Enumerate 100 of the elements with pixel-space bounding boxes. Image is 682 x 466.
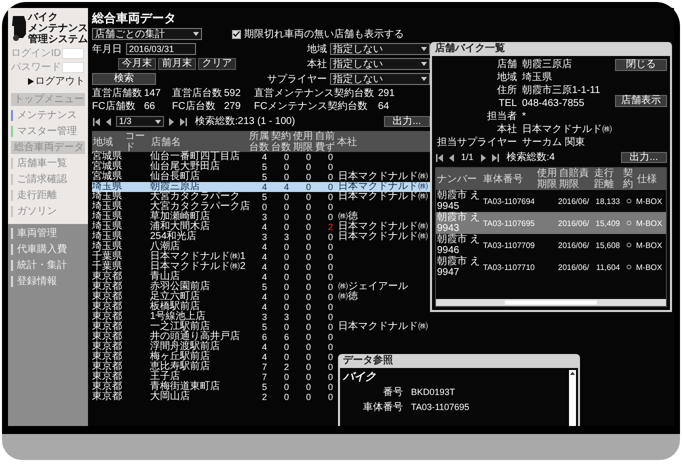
table-row[interactable]: 千葉県 日本マクドナルド㈱2 4 0 0 0 xyxy=(92,262,430,272)
column-header[interactable]: 走行距離 xyxy=(593,168,622,190)
table-cell-text: M-BOX xyxy=(636,196,664,206)
table-cell-text: 朝霞市 え 9945 xyxy=(436,190,481,212)
table-row[interactable]: 東京都 一之江駅前店 5 0 0 0 日本マクドナルド㈱ xyxy=(92,322,430,332)
table-cell-text: M-BOX xyxy=(636,218,664,228)
column-header[interactable]: 使用期限 xyxy=(536,168,558,190)
filter-select[interactable]: 指定しない xyxy=(330,73,430,85)
table-cell-text: 0 xyxy=(304,202,312,212)
column-header[interactable]: 車体番号 xyxy=(482,174,536,184)
column-header[interactable]: コード xyxy=(124,131,150,153)
table-cell-text: 4 xyxy=(260,352,268,362)
date-shortcut-button[interactable]: クリア xyxy=(198,58,236,70)
table-cell-text: 0 xyxy=(282,342,290,352)
table-row[interactable]: 東京都 足立六町店 4 0 0 0 ㈱徳 xyxy=(92,292,430,302)
filter-select[interactable]: 指定しない xyxy=(330,43,430,55)
table-row[interactable]: 千葉県 日本マクドナルド㈱1 4 0 0 0 xyxy=(92,252,430,262)
column-header[interactable]: 自前費ず xyxy=(314,131,336,153)
table-row[interactable]: 埼玉県 大宮カタクラパーク店 0 0 0 0 xyxy=(92,202,430,212)
next-page-icon[interactable] xyxy=(478,154,488,162)
table-row[interactable]: 埼玉県 朝霞三原店 4 4 0 0 日本マクドナルド㈱ xyxy=(92,182,430,192)
column-header[interactable]: 店舗名 xyxy=(150,136,248,148)
column-header[interactable]: 地域 xyxy=(92,136,124,148)
triangle-icon xyxy=(28,78,34,85)
date-field[interactable]: 2016/03/31 xyxy=(126,43,196,55)
table-row[interactable]: 宮城県 仙台長町店 5 0 0 0 日本マクドナルド㈱ xyxy=(92,172,430,182)
previous-page-icon[interactable] xyxy=(447,154,456,162)
last-page-icon[interactable] xyxy=(179,118,188,126)
table-row[interactable]: 東京都 井の頭通り高井戸店 6 6 0 0 xyxy=(92,332,430,342)
column-header[interactable]: 所属台数 xyxy=(248,131,270,153)
last-page-icon[interactable] xyxy=(490,154,500,162)
table-cell-text: 0 xyxy=(326,272,334,282)
table-cell-text: 0 xyxy=(326,162,334,172)
column-header[interactable]: 契約台数 xyxy=(270,131,292,153)
table-row[interactable]: 埼玉県 254和光店 3 3 0 0 日本マクドナルド㈱ xyxy=(92,232,430,242)
column-header[interactable]: ナンバー xyxy=(436,174,482,184)
date-shortcut-button[interactable]: 前月末 xyxy=(158,58,196,70)
aggregate-select[interactable]: 店舗ごとの集計 xyxy=(92,28,202,40)
table-row[interactable]: 東京都 青山店 4 0 0 0 xyxy=(92,272,430,282)
table-row[interactable]: 東京都 1号線池上店 3 3 0 0 xyxy=(92,312,430,322)
table-row[interactable]: 東京都 赤羽公園前店 5 0 0 0 ㈱ジェイアール xyxy=(92,282,430,292)
table-row[interactable]: 東京都 浮間舟渡駅前店 4 0 0 0 xyxy=(92,342,430,352)
table-cell-text: 宮城県 xyxy=(92,172,123,182)
table-cell-text: 0 xyxy=(304,162,312,172)
dialog-button[interactable]: 閉じる xyxy=(615,59,667,71)
scrollbar[interactable] xyxy=(436,299,666,306)
table-row[interactable]: 埼玉県 八潮店 4 0 0 0 xyxy=(92,242,430,252)
table-cell-text: 5 xyxy=(260,192,268,202)
filter-select[interactable]: 指定しない xyxy=(330,58,430,70)
field-label: 担当者 xyxy=(486,111,517,122)
dialog-button[interactable]: 店舗表示 xyxy=(615,95,667,107)
column-header[interactable]: 本社 xyxy=(336,136,432,148)
column-header[interactable]: 契約 xyxy=(622,168,636,190)
table-cell-text: ○ xyxy=(624,218,634,228)
table-row[interactable]: 東京都 板橋駅前店 4 0 0 0 xyxy=(92,302,430,312)
column-header[interactable]: 使用期限 xyxy=(292,131,314,153)
table-cell-text: 0 xyxy=(326,202,334,212)
page-select[interactable]: 1/3 xyxy=(116,116,164,127)
first-page-icon[interactable] xyxy=(435,154,444,162)
table-row[interactable]: 宮城県 仙台一番町四丁目店 4 0 0 0 xyxy=(92,152,430,162)
table-cell-text: 朝霞市 え 9946 xyxy=(436,234,481,256)
table-row[interactable]: 埼玉県 浦和大間木店 4 0 0 2 日本マクドナルド㈱ xyxy=(92,222,430,232)
next-page-icon[interactable] xyxy=(167,118,176,126)
table-row[interactable]: 埼玉県 草加瀬崎町店 3 0 0 0 ㈱徳 xyxy=(92,212,430,222)
scrollbar[interactable] xyxy=(569,370,576,426)
export-button[interactable]: 出力... xyxy=(384,116,430,127)
table-cell-text: 千葉県 xyxy=(92,262,123,272)
column-header[interactable]: 自賠責期限 xyxy=(558,168,593,190)
table-cell-text: 日本マクドナルド㈱ xyxy=(337,192,429,202)
table-cell-text: 0 xyxy=(326,252,334,262)
table-cell-text: 梅ヶ丘駅前店 xyxy=(150,352,211,362)
table-cell-text: 0 xyxy=(304,382,312,392)
table-row[interactable]: 宮城県 仙台尾大野田店 5 0 0 0 xyxy=(92,162,430,172)
password-field[interactable] xyxy=(62,62,84,73)
table-cell-text: 0 xyxy=(282,382,290,392)
table-cell-text: 0 xyxy=(326,172,334,182)
checkbox[interactable] xyxy=(232,30,241,38)
table-cell-text: 0 xyxy=(326,342,334,352)
table-cell-text: ㈱徳 xyxy=(337,292,359,302)
table-cell-text: 3 xyxy=(282,232,290,242)
table-cell-text: 朝霞市 え 9943 xyxy=(436,212,481,234)
table-cell-text: 東京都 xyxy=(92,292,123,302)
search-button[interactable]: 検索 xyxy=(92,73,156,85)
stat-label: FC店台数 xyxy=(172,101,216,112)
table-cell-text: 0 xyxy=(304,362,312,372)
column-header[interactable]: 仕様 xyxy=(636,174,666,184)
table-cell: TA03-1107695 xyxy=(482,218,536,228)
first-page-icon[interactable] xyxy=(92,118,101,126)
table-cell-text: 埼玉県 xyxy=(92,192,123,202)
table-cell-text: 4 xyxy=(260,262,268,272)
table-cell-text: 0 xyxy=(304,322,312,332)
login-id-field[interactable] xyxy=(62,48,84,59)
field-label: 本社 xyxy=(496,124,517,135)
date-shortcut-button[interactable]: 今月末 xyxy=(118,58,156,70)
logout-button[interactable]: ログアウト xyxy=(28,76,85,87)
login-id-label: ログインID xyxy=(11,48,61,59)
previous-page-icon[interactable] xyxy=(104,118,113,126)
table-cell-text: 0 xyxy=(282,322,290,332)
export-button[interactable]: 出力... xyxy=(620,152,667,163)
table-row[interactable]: 埼玉県 大宮カタクラパーク 5 0 0 0 日本マクドナルド㈱ xyxy=(92,192,430,202)
